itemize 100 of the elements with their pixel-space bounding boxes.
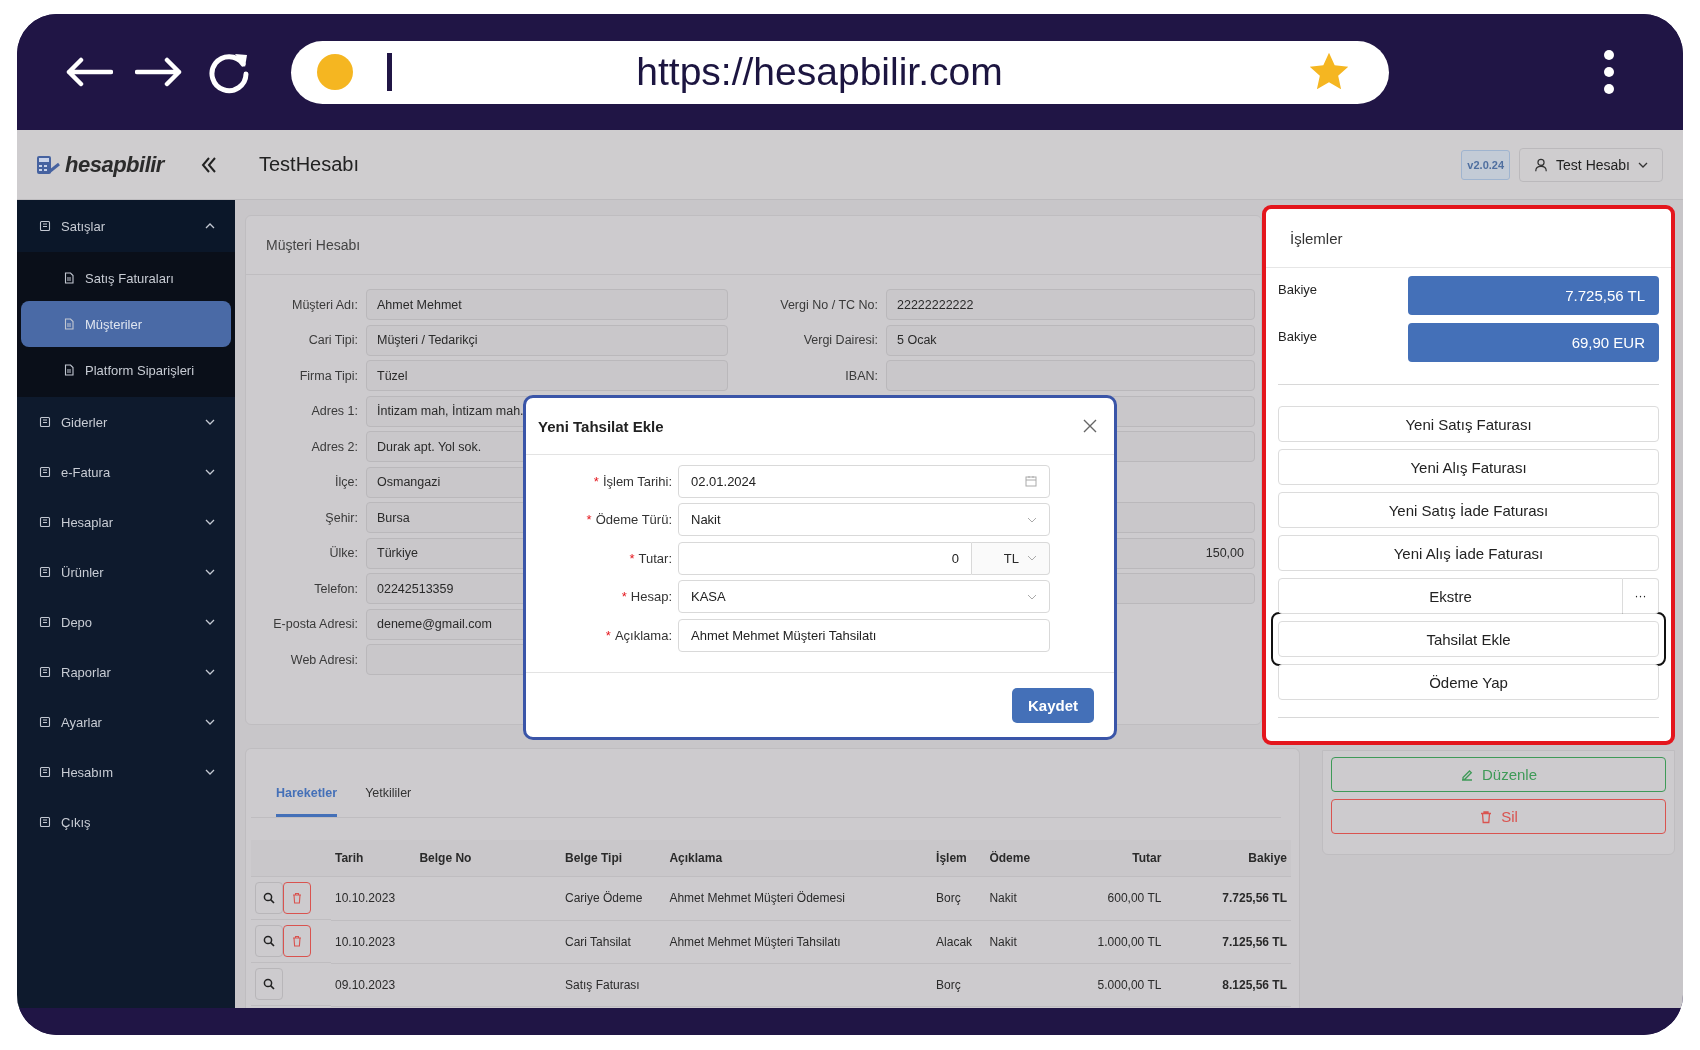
chevron-down-icon bbox=[1027, 516, 1037, 523]
table-cell: Cari Tahsilat bbox=[565, 934, 631, 949]
sidebar-item[interactable]: Satışlar bbox=[17, 200, 235, 252]
table-cell: 7.125,56 TL bbox=[1222, 934, 1287, 949]
column-header: Belge No bbox=[419, 851, 472, 865]
table-cell: Nakit bbox=[989, 891, 1017, 906]
column-header: Ödeme bbox=[989, 851, 1031, 865]
action-button[interactable]: Yeni Alış Faturası bbox=[1278, 449, 1659, 485]
trash-icon bbox=[1479, 809, 1494, 824]
field-label: Web Adresi: bbox=[289, 652, 359, 667]
logo-text: hesapbilir bbox=[65, 151, 164, 178]
card-title: Müşteri Hesabı bbox=[246, 216, 1261, 275]
column-header: Bakiye bbox=[1248, 851, 1287, 865]
document-icon bbox=[39, 466, 51, 478]
sidebar-item[interactable]: Ayarlar bbox=[17, 697, 235, 747]
balance-label: Bakiye bbox=[1278, 281, 1319, 297]
text-cursor-icon bbox=[387, 53, 392, 91]
calculator-logo-icon bbox=[35, 153, 61, 176]
caret-icon bbox=[1638, 161, 1648, 168]
trash-icon bbox=[291, 892, 303, 904]
input-field[interactable]: Ahmet Mehmet Müşteri Tahsilatı bbox=[678, 618, 1050, 652]
field-label: IBAN: bbox=[845, 368, 878, 383]
table-cell: 7.725,56 TL bbox=[1222, 891, 1287, 906]
table-cell: 600,00 TL bbox=[1107, 891, 1162, 906]
field-label: Telefon: bbox=[313, 581, 359, 596]
search-button[interactable] bbox=[255, 968, 283, 1000]
more-button[interactable]: ··· bbox=[1623, 578, 1659, 614]
action-button[interactable]: Ödeme Yap bbox=[1278, 664, 1659, 700]
required-mark: * bbox=[629, 550, 635, 566]
input-field[interactable]: Ahmet Mehmet bbox=[366, 289, 728, 321]
pencil-icon bbox=[1459, 767, 1474, 782]
sidebar-subitem[interactable]: Platform Siparişleri bbox=[21, 347, 231, 393]
required-mark: * bbox=[586, 512, 592, 527]
tab[interactable]: Yetkililer bbox=[365, 786, 412, 817]
currency-select[interactable]: TL bbox=[972, 541, 1050, 575]
menu-icon[interactable] bbox=[1603, 50, 1615, 94]
table-cell: 10.10.2023 bbox=[335, 934, 396, 949]
sidebar-item[interactable]: Raporlar bbox=[17, 647, 235, 697]
version-badge: v2.0.24 bbox=[1461, 149, 1511, 180]
sidebar-item[interactable]: Giderler bbox=[17, 397, 235, 447]
sidebar-item[interactable]: Çıkış bbox=[17, 797, 235, 847]
input-field[interactable]: 22222222222 bbox=[886, 289, 1255, 321]
sidebar-item[interactable]: Ürünler bbox=[17, 547, 235, 597]
column-header: Açıklama bbox=[669, 851, 723, 865]
calendar-icon bbox=[1025, 475, 1037, 487]
page-title: TestHesabı bbox=[259, 153, 360, 176]
trash-icon bbox=[291, 935, 303, 947]
table-cell: Borç bbox=[936, 977, 961, 992]
sidebar-item[interactable]: Hesabım bbox=[17, 747, 235, 797]
input-field[interactable]: 5 Ocak bbox=[886, 324, 1255, 356]
input-field[interactable]: Tüzel bbox=[366, 360, 728, 392]
table-cell: Nakit bbox=[989, 934, 1017, 949]
action-button[interactable]: Yeni Satış İade Faturası bbox=[1278, 492, 1659, 528]
search-button[interactable] bbox=[255, 925, 283, 957]
search-button[interactable] bbox=[255, 882, 283, 914]
document-icon bbox=[63, 364, 75, 376]
table-cell: 5.000,00 TL bbox=[1097, 977, 1162, 992]
table-cell: Ahmet Mehmet Müşteri Tahsilatı bbox=[669, 934, 841, 949]
table-cell: Ahmet Mehmet Müşteri Ödemesi bbox=[669, 891, 845, 906]
save-button[interactable]: Kaydet bbox=[1011, 687, 1094, 723]
table-cell: 10.10.2023 bbox=[335, 891, 396, 906]
input-field[interactable]: Müşteri / Tedarikçi bbox=[366, 324, 728, 356]
sidebar-item[interactable]: Hesaplar bbox=[17, 497, 235, 547]
balance-amount: 7.725,56 TL bbox=[1408, 276, 1659, 315]
action-button[interactable]: Yeni Alış İade Faturası bbox=[1278, 535, 1659, 571]
required-mark: * bbox=[621, 589, 627, 604]
field-label: Açıklama: bbox=[614, 627, 672, 643]
document-icon bbox=[63, 318, 75, 330]
sidebar-subitem[interactable]: Satış Faturaları bbox=[21, 255, 231, 301]
action-button[interactable]: Tahsilat Ekle bbox=[1278, 621, 1659, 657]
user-menu-button[interactable]: Test Hesabı bbox=[1519, 147, 1663, 182]
select-field[interactable]: Nakit bbox=[678, 503, 1050, 536]
document-icon bbox=[63, 272, 75, 284]
sidebar-item[interactable]: Depo bbox=[17, 597, 235, 647]
field-label: İlçe: bbox=[334, 475, 359, 490]
sidebar-item[interactable]: e-Fatura bbox=[17, 447, 235, 497]
back-arrow-icon[interactable] bbox=[65, 57, 113, 87]
table-cell: Cariye Ödeme bbox=[565, 891, 643, 906]
forward-arrow-icon[interactable] bbox=[135, 57, 183, 87]
close-icon[interactable] bbox=[1083, 419, 1097, 433]
balance-label: Bakiye bbox=[1278, 328, 1319, 344]
select-field[interactable]: KASA bbox=[678, 580, 1050, 613]
date-field[interactable]: 02.01.2024 bbox=[678, 464, 1050, 498]
action-button[interactable]: Yeni Satış Faturası bbox=[1278, 406, 1659, 442]
amount-field[interactable]: 0 bbox=[678, 541, 972, 575]
field-label: Vergi No / TC No: bbox=[780, 297, 878, 312]
table-cell: Alacak bbox=[936, 934, 973, 949]
modal-title: Yeni Tahsilat Ekle bbox=[538, 417, 664, 435]
column-header: Tarih bbox=[335, 851, 364, 865]
chevron-down-icon bbox=[1027, 593, 1037, 600]
sidebar-subitem[interactable]: Müşteriler bbox=[21, 301, 231, 347]
column-header: Belge Tipi bbox=[565, 851, 623, 865]
address-bar[interactable]: https://hesapbilir.com bbox=[291, 40, 1389, 104]
chevron-down-icon bbox=[1027, 555, 1037, 561]
field-label: Tutar: bbox=[638, 550, 672, 566]
search-icon bbox=[263, 935, 275, 947]
table-cell: 8.125,56 TL bbox=[1222, 977, 1287, 992]
action-button[interactable]: Ekstre bbox=[1278, 578, 1623, 614]
required-mark: * bbox=[605, 627, 611, 643]
field-label: Ülke: bbox=[328, 546, 359, 561]
